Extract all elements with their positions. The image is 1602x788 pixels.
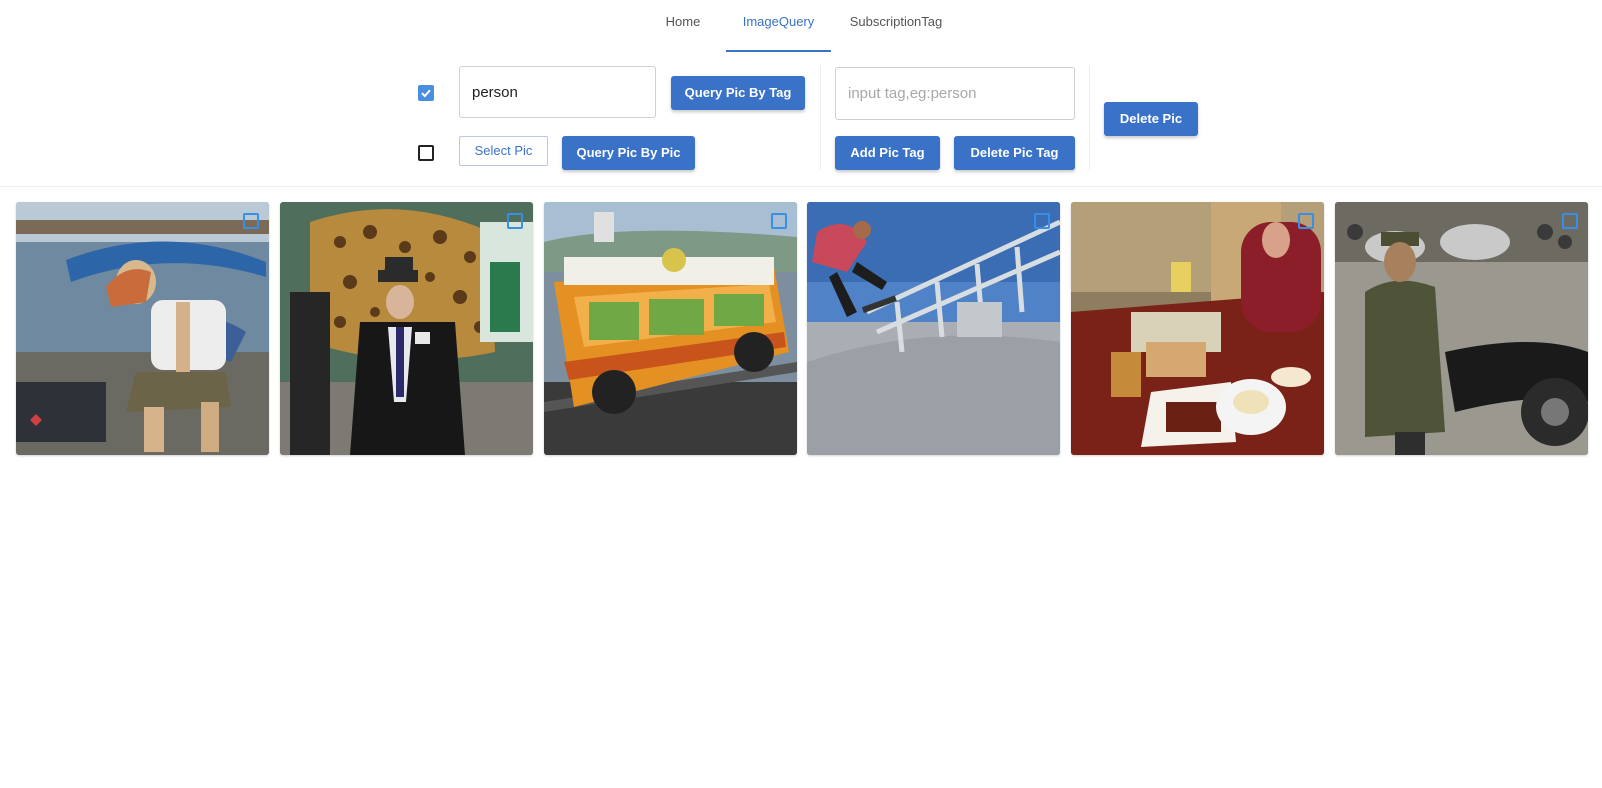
image-tile[interactable] <box>1335 202 1588 455</box>
tab-subscriptiontag[interactable]: SubscriptionTag <box>840 0 952 50</box>
photo-skateboarder <box>807 202 1060 455</box>
tab-home[interactable]: Home <box>655 0 711 50</box>
image-tile[interactable] <box>807 202 1060 455</box>
select-image-checkbox[interactable] <box>507 213 523 229</box>
check-icon <box>421 89 431 98</box>
select-image-checkbox[interactable] <box>243 213 259 229</box>
query-toolbar: Query Pic By Tag Select Pic Query Pic By… <box>0 52 1602 187</box>
photo-orange-van <box>544 202 797 455</box>
select-pic-button[interactable]: Select Pic <box>459 136 548 166</box>
photo-man-in-suit <box>280 202 533 455</box>
image-tile[interactable] <box>1071 202 1324 455</box>
edit-tag-input[interactable] <box>835 67 1075 120</box>
query-by-pic-checkbox[interactable] <box>418 145 434 161</box>
query-pic-by-pic-button[interactable]: Query Pic By Pic <box>562 136 695 170</box>
select-image-checkbox[interactable] <box>1034 213 1050 229</box>
delete-pic-button[interactable]: Delete Pic <box>1104 102 1198 136</box>
select-image-checkbox[interactable] <box>771 213 787 229</box>
photo-dinner-table <box>1071 202 1324 455</box>
photo-woman-on-boat <box>16 202 269 455</box>
add-pic-tag-button[interactable]: Add Pic Tag <box>835 136 940 170</box>
tab-imagequery[interactable]: ImageQuery <box>726 0 831 52</box>
divider <box>820 66 821 170</box>
top-tab-bar: Home ImageQuery SubscriptionTag <box>0 0 1602 52</box>
photo-man-with-motorbike <box>1335 202 1588 455</box>
delete-pic-tag-button[interactable]: Delete Pic Tag <box>954 136 1075 170</box>
divider <box>1089 66 1090 170</box>
image-tile[interactable] <box>544 202 797 455</box>
image-tile[interactable] <box>16 202 269 455</box>
select-image-checkbox[interactable] <box>1298 213 1314 229</box>
query-pic-by-tag-button[interactable]: Query Pic By Tag <box>671 76 805 110</box>
select-image-checkbox[interactable] <box>1562 213 1578 229</box>
query-tag-input[interactable] <box>459 66 656 118</box>
query-by-tag-checkbox[interactable] <box>418 85 434 101</box>
image-tile[interactable] <box>280 202 533 455</box>
